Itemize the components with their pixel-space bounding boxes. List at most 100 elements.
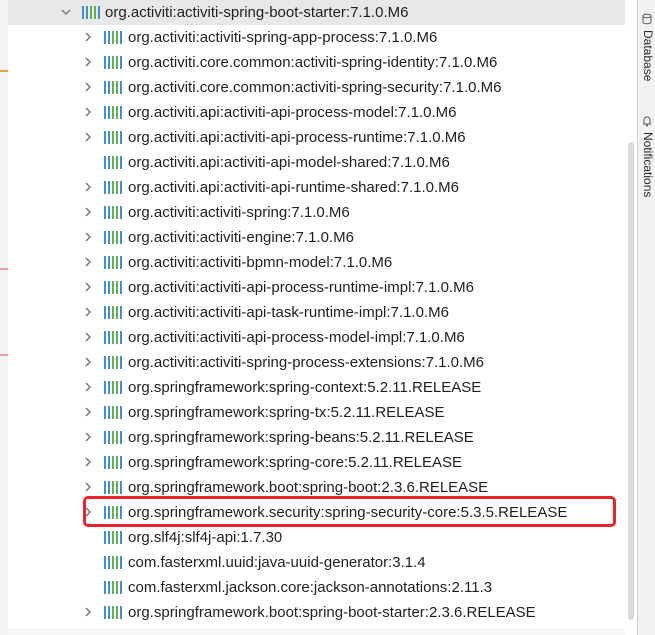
library-icon (104, 55, 122, 70)
chevron-right-icon[interactable] (82, 381, 94, 393)
library-icon (104, 580, 122, 595)
tree-row-label: com.fasterxml.jackson.core:jackson-annot… (128, 579, 493, 596)
tree-row[interactable]: org.activiti.api:activiti-api-process-ru… (8, 125, 625, 150)
tab-notifications[interactable]: Notifications (641, 132, 655, 197)
library-icon (104, 380, 122, 395)
library-icon (104, 230, 122, 245)
tree-row-label: org.activiti.api:activiti-api-process-mo… (128, 104, 457, 121)
library-icon (104, 605, 122, 620)
tree-row-label: org.activiti:activiti-api-task-runtime-i… (128, 304, 449, 321)
library-icon (104, 405, 122, 420)
library-icon (104, 105, 122, 120)
library-icon (104, 180, 122, 195)
scrollbar-thumb[interactable] (628, 142, 634, 620)
library-icon (104, 305, 122, 320)
chevron-right-icon[interactable] (82, 231, 94, 243)
chevron-right-icon[interactable] (82, 81, 94, 93)
tree-row[interactable]: org.activiti:activiti-api-process-runtim… (8, 275, 625, 300)
library-icon (104, 80, 122, 95)
chevron-down-icon[interactable] (60, 6, 72, 18)
tree-row-label: org.activiti:activiti-spring-process-ext… (128, 354, 484, 371)
tree-row-label: org.activiti.api:activiti-api-model-shar… (128, 154, 450, 171)
library-icon (104, 30, 122, 45)
tree-row-label: org.springframework:spring-tx:5.2.11.REL… (128, 404, 445, 421)
tree-row[interactable]: com.fasterxml.uuid:java-uuid-generator:3… (8, 550, 625, 575)
chevron-right-icon[interactable] (82, 281, 94, 293)
tree-row[interactable]: org.springframework:spring-core:5.2.11.R… (8, 450, 625, 475)
library-icon (104, 205, 122, 220)
tree-row[interactable]: org.springframework:spring-beans:5.2.11.… (8, 425, 625, 450)
database-icon[interactable] (641, 12, 653, 25)
tree-row[interactable]: org.activiti:activiti-api-task-runtime-i… (8, 300, 625, 325)
tree-row-label: org.activiti.api:activiti-api-runtime-sh… (128, 179, 459, 196)
tree-row[interactable]: com.fasterxml.jackson.core:jackson-annot… (8, 575, 625, 600)
gutter-marker (0, 70, 8, 72)
tree-row[interactable]: org.activiti:activiti-api-process-model-… (8, 325, 625, 350)
library-icon (104, 130, 122, 145)
tree-row-label: org.activiti:activiti-engine:7.1.0.M6 (128, 229, 354, 246)
tree-parent-row[interactable]: org.activiti:activiti-spring-boot-starte… (8, 0, 625, 25)
tree-row-label: org.activiti.core.common:activiti-spring… (128, 54, 498, 71)
tree-row[interactable]: org.activiti:activiti-spring-app-process… (8, 25, 625, 50)
tree-row-label: org.activiti.core.common:activiti-spring… (128, 79, 502, 96)
tree-row-label: org.activiti:activiti-bpmn-model:7.1.0.M… (128, 254, 393, 271)
chevron-right-icon[interactable] (82, 456, 94, 468)
library-icon (104, 330, 122, 345)
chevron-right-icon[interactable] (82, 206, 94, 218)
tree-row[interactable]: org.activiti.core.common:activiti-spring… (8, 50, 625, 75)
chevron-right-icon[interactable] (82, 131, 94, 143)
chevron-right-icon[interactable] (82, 431, 94, 443)
library-icon (104, 155, 122, 170)
tree-row-label: org.activiti:activiti-api-process-model-… (128, 329, 465, 346)
tree-row-label: org.activiti:activiti-spring-app-process… (128, 29, 438, 46)
chevron-right-icon[interactable] (82, 331, 94, 343)
tree-row-label: org.springframework.boot:spring-boot-sta… (128, 604, 536, 621)
horizontal-scrollbar[interactable] (8, 628, 625, 635)
tree-row[interactable]: org.springframework:spring-tx:5.2.11.REL… (8, 400, 625, 425)
tree-row-label: org.springframework:spring-context:5.2.1… (128, 379, 482, 396)
right-tool-window-bar: Database Notifications (637, 0, 655, 635)
library-icon (104, 530, 122, 545)
chevron-right-icon[interactable] (82, 406, 94, 418)
tree-row[interactable]: org.springframework:spring-context:5.2.1… (8, 375, 625, 400)
tree-row-label: org.slf4j:slf4j-api:1.7.30 (128, 529, 283, 546)
bell-icon[interactable] (641, 114, 653, 127)
gutter-marker (0, 354, 8, 356)
library-icon (104, 480, 122, 495)
tree-row[interactable]: org.activiti:activiti-bpmn-model:7.1.0.M… (8, 250, 625, 275)
highlight-annotation-box (83, 496, 616, 527)
dependency-tree: org.activiti:activiti-spring-boot-starte… (8, 0, 625, 635)
library-icon (104, 455, 122, 470)
chevron-right-icon[interactable] (82, 306, 94, 318)
tree-row[interactable]: org.activiti:activiti-spring:7.1.0.M6 (8, 200, 625, 225)
tree-row[interactable]: org.activiti.api:activiti-api-model-shar… (8, 150, 625, 175)
chevron-right-icon[interactable] (82, 256, 94, 268)
library-icon (104, 430, 122, 445)
library-icon (104, 280, 122, 295)
library-icon (82, 5, 100, 20)
tree-row[interactable]: org.activiti:activiti-spring-process-ext… (8, 350, 625, 375)
chevron-right-icon[interactable] (82, 606, 94, 618)
vertical-scrollbar[interactable] (625, 0, 637, 635)
library-icon (104, 255, 122, 270)
tree-row[interactable]: org.activiti.api:activiti-api-runtime-sh… (8, 175, 625, 200)
chevron-right-icon[interactable] (82, 56, 94, 68)
chevron-right-icon[interactable] (82, 481, 94, 493)
tree-row[interactable]: org.activiti.api:activiti-api-process-mo… (8, 100, 625, 125)
tree-row[interactable]: org.springframework.boot:spring-boot-sta… (8, 600, 625, 625)
tree-row-label: org.activiti:activiti-spring:7.1.0.M6 (128, 204, 350, 221)
chevron-right-icon[interactable] (82, 356, 94, 368)
library-icon (104, 355, 122, 370)
chevron-right-icon[interactable] (82, 31, 94, 43)
tree-row[interactable]: org.slf4j:slf4j-api:1.7.30 (8, 525, 625, 550)
tree-row-label: org.springframework.boot:spring-boot:2.3… (128, 479, 489, 496)
tree-row-label: org.activiti.api:activiti-api-process-ru… (128, 129, 466, 146)
chevron-right-icon[interactable] (82, 181, 94, 193)
library-icon (104, 555, 122, 570)
tree-row[interactable]: org.activiti.core.common:activiti-spring… (8, 75, 625, 100)
tab-database[interactable]: Database (641, 30, 655, 81)
gutter-marker (0, 268, 8, 270)
chevron-right-icon[interactable] (82, 106, 94, 118)
tree-row[interactable]: org.activiti:activiti-engine:7.1.0.M6 (8, 225, 625, 250)
tree-row-label: org.springframework:spring-beans:5.2.11.… (128, 429, 474, 446)
